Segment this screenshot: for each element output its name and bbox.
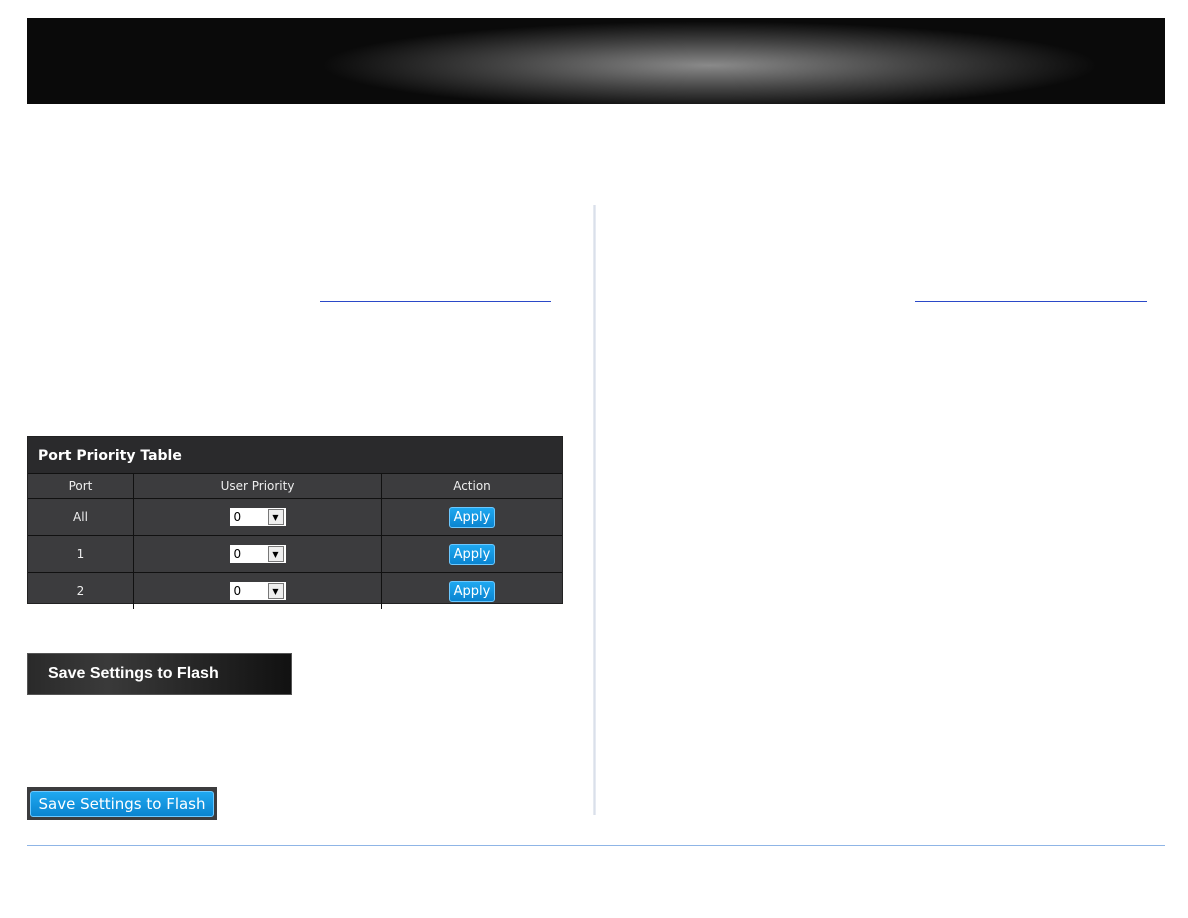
apply-button[interactable]: Apply (448, 543, 496, 565)
table-title: Port Priority Table (28, 437, 562, 474)
table-row: 2 0 ▼ Apply (28, 573, 562, 609)
port-cell: 1 (28, 536, 134, 572)
chevron-down-icon[interactable]: ▼ (267, 583, 284, 599)
priority-select[interactable]: 0 ▼ (229, 545, 286, 563)
header-action: Action (453, 479, 491, 493)
table-header-row: Port User Priority Action (28, 474, 562, 499)
hyperlink-underline[interactable] (915, 301, 1147, 302)
priority-value: 0 (233, 547, 242, 561)
chevron-down-icon[interactable]: ▼ (267, 546, 284, 562)
port-priority-table: Port Priority Table Port User Priority A… (27, 436, 563, 609)
apply-button[interactable]: Apply (448, 506, 496, 528)
column-divider (593, 205, 596, 815)
header-user-priority: User Priority (134, 474, 382, 498)
port-cell: 2 (28, 573, 134, 609)
priority-select[interactable]: 0 ▼ (229, 508, 286, 526)
priority-select[interactable]: 0 ▼ (229, 582, 286, 600)
chevron-down-icon[interactable]: ▼ (267, 509, 284, 525)
footer-divider (27, 845, 1165, 846)
priority-value: 0 (233, 584, 242, 598)
save-settings-menu-item[interactable]: Save Settings to Flash (27, 653, 292, 695)
table-row: 1 0 ▼ Apply (28, 536, 562, 573)
manual-page: Port Priority Table Port User Priority A… (0, 0, 1188, 918)
apply-button[interactable]: Apply (448, 580, 496, 602)
save-settings-button[interactable]: Save Settings to Flash (30, 791, 214, 817)
table-row: All 0 ▼ Apply (28, 499, 562, 536)
port-cell: All (28, 499, 134, 535)
header-port: Port (28, 474, 134, 498)
header-banner (27, 18, 1165, 104)
priority-value: 0 (233, 510, 242, 524)
save-button-container: Save Settings to Flash (27, 787, 217, 820)
hyperlink-underline[interactable] (320, 301, 551, 302)
